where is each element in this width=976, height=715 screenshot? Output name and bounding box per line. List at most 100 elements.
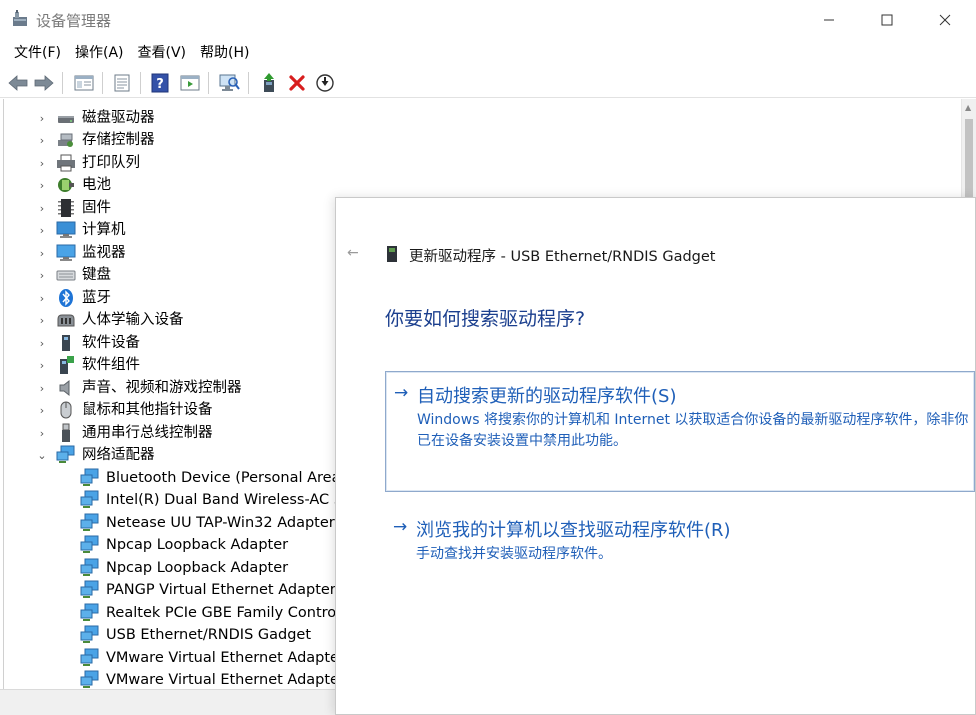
option-description: 手动查找并安装驱动程序软件。 [416,546,612,562]
tree-device-label: Npcap Loopback Adapter [106,537,289,553]
battery-icon [58,178,74,192]
title-bar: 设备管理器 [0,0,976,40]
uninstall-device-button[interactable] [285,71,309,95]
tree-device-label: PANGP Virtual Ethernet Adapter # [106,582,353,598]
mouse-icon [60,401,72,419]
auto-search-option[interactable]: → 自动搜索更新的驱动程序软件(S) Windows 将搜索你的计算机和 Int… [385,371,975,492]
chevron-right-icon[interactable]: › [36,377,48,399]
arrow-right-icon: → [393,517,408,537]
network-adapter-icon [80,603,99,621]
back-button[interactable] [6,71,30,95]
chevron-right-icon[interactable]: › [36,174,48,196]
help-button[interactable]: ? [148,71,172,95]
menu-help[interactable]: 帮助(H) [193,40,256,66]
chevron-right-icon[interactable]: › [36,309,48,331]
properties-button[interactable] [110,71,134,95]
tree-category-label: 软件组件 [82,357,140,373]
disable-device-button[interactable] [313,71,337,95]
forward-button[interactable] [32,71,56,95]
tree-device-label: Intel(R) Dual Band Wireless-AC 31 [106,492,353,508]
menu-view[interactable]: 查看(V) [131,40,194,66]
toolbar-separator [140,72,141,94]
chevron-right-icon[interactable]: › [36,219,48,241]
tree-device-label: Netease UU TAP-Win32 Adapter V [106,515,350,531]
network-adapter-icon [80,670,99,688]
hid-icon [57,314,75,327]
software-component-icon [60,356,74,374]
chevron-right-icon[interactable]: › [36,129,48,151]
tree-category-label: 固件 [82,200,111,216]
tree-category-label: 打印队列 [82,155,140,171]
tree-category-label: 蓝牙 [82,290,111,306]
network-adapter-icon [80,535,99,553]
chevron-right-icon[interactable]: › [36,242,48,264]
dialog-question: 你要如何搜索驱动程序? [385,308,586,330]
dialog-title: 更新驱动程序 - USB Ethernet/RNDIS Gadget [409,249,716,265]
scan-hardware-button[interactable] [217,71,241,95]
chevron-right-icon[interactable]: › [36,422,48,444]
toolbar-separator [208,72,209,94]
update-driver-button[interactable] [257,71,281,95]
properties-icon [114,74,130,92]
tree-category-label: 计算机 [82,222,126,238]
chevron-right-icon[interactable]: › [36,354,48,376]
chevron-right-icon[interactable]: › [36,287,48,309]
update-driver-dialog: ← 更新驱动程序 - USB Ethernet/RNDIS Gadget 你要如… [335,197,976,715]
chevron-right-icon[interactable]: › [36,152,48,174]
uninstall-device-icon [289,75,305,91]
firmware-icon [58,199,74,217]
minimize-button[interactable] [800,0,858,40]
close-icon [939,14,951,26]
tree-category-label: 电池 [82,177,111,193]
menu-action[interactable]: 操作(A) [68,40,131,66]
network-adapter-icon [80,513,99,531]
tree-device-label: Realtek PCIe GBE Family Controlle [106,605,354,621]
menu-file[interactable]: 文件(F) [7,40,68,66]
forward-icon [34,75,54,91]
chevron-right-icon[interactable]: › [36,332,48,354]
software-device-icon [62,335,70,351]
speaker-icon [59,379,70,397]
device-manager-icon [13,10,27,26]
disk-drive-icon [58,116,74,123]
option-title: 浏览我的计算机以查找驱动程序软件(R) [416,520,731,541]
monitor-icon [56,244,76,261]
maximize-icon [881,14,893,26]
option-description: Windows 将搜索你的计算机和 Internet 以获取适合你设备的最新驱动… [417,412,969,449]
toolbar-separator [102,72,103,94]
scan-hardware-icon [219,74,240,91]
network-adapter-icon [80,580,99,598]
chevron-down-icon[interactable]: ⌄ [36,444,48,466]
chevron-right-icon[interactable]: › [36,197,48,219]
chevron-right-icon[interactable]: › [36,264,48,286]
update-driver-icon [264,73,274,92]
maximize-button[interactable] [858,0,916,40]
show-hide-tree-button[interactable] [72,71,96,95]
close-button[interactable] [916,0,974,40]
window-title: 设备管理器 [36,12,112,30]
action-pane-button[interactable] [178,71,202,95]
back-arrow-icon[interactable]: ← [347,246,361,260]
back-icon [8,75,28,91]
scrollbar-thumb[interactable] [965,119,973,199]
network-adapter-icon [80,648,99,666]
network-adapter-icon [80,490,99,508]
tree-device-label: Bluetooth Device (Personal Area N [106,470,356,486]
tree-category-label: 监视器 [82,245,126,261]
storage-controller-icon [58,133,73,147]
browse-computer-option[interactable]: → 浏览我的计算机以查找驱动程序软件(R) 手动查找并安装驱动程序软件。 [385,508,975,568]
tree-category-label: 鼠标和其他指针设备 [82,402,213,418]
chevron-right-icon[interactable]: › [36,399,48,421]
toolbar: ? [0,67,976,98]
scroll-up-icon[interactable]: ▲ [965,103,971,112]
network-adapter-icon [80,625,99,643]
bluetooth-icon [59,289,73,307]
tree-device-label: USB Ethernet/RNDIS Gadget [106,627,312,643]
usb-device-icon [387,246,397,262]
printer-icon [57,154,75,172]
chevron-right-icon[interactable]: › [36,107,48,129]
toolbar-separator [248,72,249,94]
action-pane-icon [180,75,200,91]
minimize-icon [824,19,834,21]
tree-category-label: 磁盘驱动器 [82,110,155,126]
